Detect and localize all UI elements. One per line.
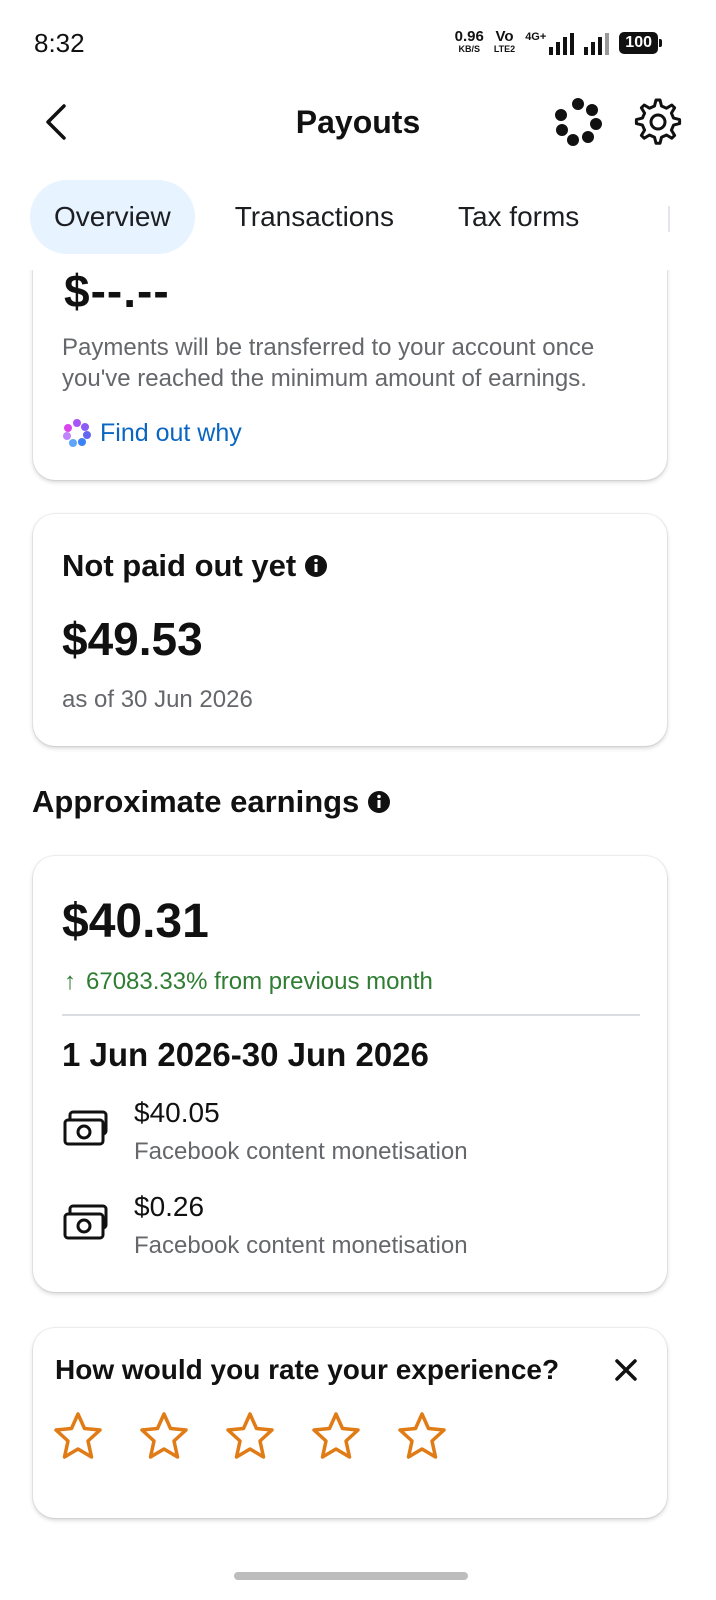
earnings-date-range: 1 Jun 2026-30 Jun 2026	[62, 1036, 429, 1073]
network-type: 4G+	[525, 31, 547, 43]
signal-icon	[584, 31, 610, 55]
find-out-why-label: Find out why	[100, 418, 242, 447]
not-paid-amount: $49.53	[62, 613, 203, 665]
find-out-why-link[interactable]: Find out why	[62, 418, 242, 448]
payout-note: Payments will be transferred to your acc…	[62, 334, 595, 392]
lte-label: LTE2	[493, 44, 516, 54]
not-paid-title-text: Not paid out yet	[62, 548, 297, 583]
earnings-item-source: Facebook content monetisation	[134, 1232, 468, 1259]
earnings-change: ↑ 67083.33% from previous month	[64, 968, 433, 996]
tab-tax-forms[interactable]: Tax forms	[434, 180, 603, 254]
earnings-item-amount: $40.05	[134, 1097, 220, 1128]
earnings-item-amount: $0.26	[134, 1191, 205, 1222]
rating-question: How would you rate your experience?	[55, 1354, 560, 1385]
divider	[62, 1014, 640, 1016]
meta-ai-icon[interactable]	[552, 96, 604, 148]
status-icons: 0.96 KB/S Vo LTE2 4G+ 100	[455, 29, 662, 56]
earnings-item: $0.26 Facebook content monetisation	[62, 1190, 468, 1260]
info-icon[interactable]	[367, 790, 391, 814]
star-icon[interactable]	[310, 1410, 362, 1462]
gear-icon[interactable]	[630, 96, 682, 148]
signal-4g-icon: 4G+	[525, 31, 575, 55]
star-icon[interactable]	[224, 1410, 276, 1462]
money-icon	[63, 1110, 108, 1146]
earnings-item: $40.05 Facebook content monetisation	[62, 1096, 468, 1166]
page-title: Payouts	[295, 104, 421, 140]
meta-ai-sparkle-icon	[63, 419, 91, 447]
net-speed: 0.96 KB/S	[455, 29, 484, 56]
not-paid-date: as of 30 Jun 2026	[62, 686, 253, 713]
net-speed-unit: KB/S	[458, 44, 480, 54]
earnings-change-text: 67083.33% from previous month	[86, 968, 433, 995]
tab-bar: Overview Transactions Tax forms	[30, 180, 603, 254]
star-icon[interactable]	[52, 1410, 104, 1462]
payout-amount: $--.--	[64, 265, 170, 317]
star-icon[interactable]	[396, 1410, 448, 1462]
status-time: 8:32	[34, 28, 85, 58]
money-icon	[63, 1204, 108, 1240]
not-paid-title: Not paid out yet	[62, 548, 328, 584]
battery-icon: 100	[619, 32, 662, 54]
volte-indicator: Vo LTE2	[493, 29, 516, 56]
close-icon[interactable]	[610, 1354, 642, 1386]
tab-transactions[interactable]: Transactions	[211, 180, 418, 254]
tab-divider	[668, 206, 670, 232]
earnings-amount: $40.31	[62, 895, 209, 948]
info-icon[interactable]	[304, 554, 328, 578]
rating-stars	[52, 1410, 448, 1462]
up-arrow-icon: ↑	[64, 968, 76, 995]
approximate-earnings-title: Approximate earnings	[32, 784, 360, 819]
home-indicator[interactable]	[234, 1572, 468, 1580]
approximate-earnings-heading: Approximate earnings	[32, 784, 391, 820]
tab-overview[interactable]: Overview	[30, 180, 195, 254]
earnings-item-source: Facebook content monetisation	[134, 1138, 468, 1165]
star-icon[interactable]	[138, 1410, 190, 1462]
